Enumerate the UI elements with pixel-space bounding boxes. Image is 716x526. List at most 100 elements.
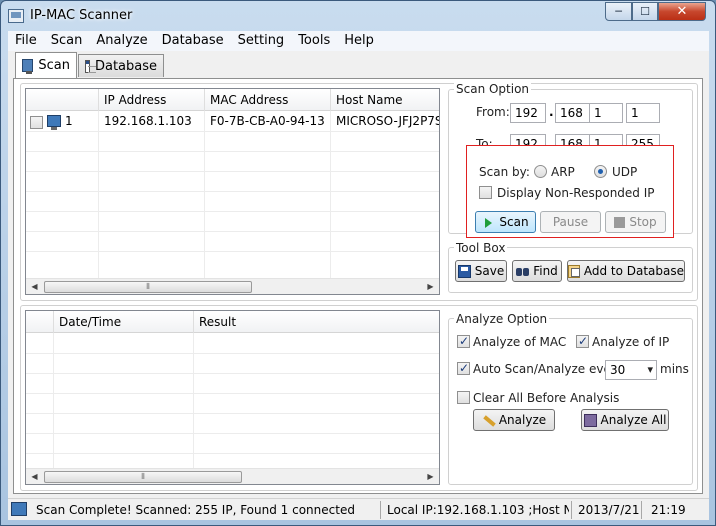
from-ip-octet-4[interactable]: 1 — [626, 103, 660, 123]
menu-setting[interactable]: Setting — [231, 31, 292, 51]
scan-option-title: Scan Option — [454, 82, 532, 96]
status-time: 21:19 — [651, 503, 686, 517]
col-header-check[interactable] — [26, 311, 54, 333]
pause-button-label: Pause — [552, 215, 589, 229]
udp-radio[interactable] — [594, 165, 607, 178]
scan-results-table: IP Address MAC Address Host Name 1 192.1… — [25, 88, 440, 295]
scroll-right-arrow[interactable]: ▶ — [422, 279, 439, 294]
scan-icon — [22, 59, 34, 74]
from-ip-octet-2[interactable]: 168 — [555, 103, 591, 123]
analyze-option-title: Analyze Option — [454, 312, 550, 326]
col-header-datetime[interactable]: Date/Time — [54, 311, 194, 333]
auto-scan-label: Auto Scan/Analyze every — [473, 362, 623, 376]
from-label: From: — [476, 105, 510, 119]
stop-icon — [614, 216, 626, 228]
menu-bar: File Scan Analyze Database Setting Tools… — [8, 31, 709, 51]
analyze-button[interactable]: Analyze — [473, 409, 555, 431]
scroll-left-arrow[interactable]: ◀ — [26, 469, 43, 484]
window-title: IP-MAC Scanner — [30, 8, 133, 23]
find-button[interactable]: Find — [512, 260, 562, 282]
from-ip-octet-1[interactable]: 192 — [510, 103, 546, 123]
col-header-mac[interactable]: MAC Address — [205, 89, 331, 111]
clear-all-label: Clear All Before Analysis — [473, 391, 620, 405]
client-area: Scan Database IP Address MAC Address Hos… — [8, 51, 709, 498]
binoculars-icon — [516, 265, 530, 278]
find-button-label: Find — [533, 264, 558, 278]
tab-database[interactable]: Database — [78, 54, 164, 77]
add-to-database-button[interactable]: Add to Database — [567, 260, 685, 282]
computer-icon — [47, 115, 61, 130]
save-button-label: Save — [474, 264, 505, 278]
menu-database[interactable]: Database — [155, 31, 231, 51]
row-checkbox[interactable] — [30, 116, 43, 129]
interval-unit: mins — [660, 362, 689, 376]
status-message: Scan Complete! Scanned: 255 IP, Found 1 … — [36, 503, 355, 517]
play-icon — [482, 216, 495, 229]
scan-button[interactable]: Scan — [475, 211, 536, 233]
display-non-responded-checkbox[interactable] — [479, 186, 492, 199]
row-host: MICROSO-JFJ2P7S — [336, 114, 440, 128]
display-non-responded-label: Display Non-Responded IP — [497, 186, 655, 200]
minimize-button[interactable]: ─ — [605, 2, 632, 21]
database-icon — [85, 59, 96, 73]
add-to-database-label: Add to Database — [583, 264, 684, 278]
udp-label: UDP — [612, 165, 638, 179]
scroll-thumb[interactable]: ⦀ — [44, 471, 242, 483]
status-local-ip: Local IP:192.168.1.103 ;Host Name: — [387, 503, 569, 517]
add-database-icon — [568, 264, 580, 278]
row-ip: 192.168.1.103 — [104, 114, 192, 128]
save-button[interactable]: Save — [455, 260, 507, 282]
analyze-mac-label: Analyze of MAC — [473, 335, 567, 349]
analyze-button-label: Analyze — [498, 413, 547, 427]
status-date: 2013/7/21 — [578, 503, 640, 517]
title-bar[interactable]: IP-MAC Scanner ─ ☐ ✕ — [1, 1, 715, 31]
scan-table-header: IP Address MAC Address Host Name — [26, 89, 439, 111]
tab-scan-label: Scan — [38, 58, 70, 73]
status-icon — [11, 502, 27, 516]
tool-box-title: Tool Box — [454, 241, 508, 255]
menu-tools[interactable]: Tools — [291, 31, 337, 51]
clear-all-checkbox[interactable] — [457, 391, 470, 404]
analyze-all-button[interactable]: Analyze All — [581, 409, 669, 431]
main-window: IP-MAC Scanner ─ ☐ ✕ File Scan Analyze D… — [0, 0, 716, 526]
scan-tab-page: IP Address MAC Address Host Name 1 192.1… — [13, 78, 703, 494]
col-header-index[interactable] — [26, 89, 99, 111]
tab-scan[interactable]: Scan — [15, 52, 77, 78]
col-header-ip[interactable]: IP Address — [99, 89, 205, 111]
close-button[interactable]: ✕ — [658, 2, 706, 21]
from-ip-octet-3[interactable]: 1 — [589, 103, 623, 123]
menu-analyze[interactable]: Analyze — [89, 31, 154, 51]
result-table-header: Date/Time Result — [26, 311, 439, 333]
scroll-thumb[interactable]: ⦀ — [44, 281, 252, 293]
interval-select[interactable]: 30 — [605, 360, 657, 380]
stop-button-label: Stop — [629, 215, 657, 229]
scroll-right-arrow[interactable]: ▶ — [422, 469, 439, 484]
analyze-ip-checkbox[interactable] — [576, 334, 589, 348]
row-mac: F0-7B-CB-A0-94-13 — [210, 114, 325, 128]
pause-button[interactable]: Pause — [540, 211, 601, 233]
menu-scan[interactable]: Scan — [44, 31, 90, 51]
scan-by-label: Scan by: — [479, 165, 530, 179]
magic-wand-icon — [482, 414, 495, 427]
maximize-button[interactable]: ☐ — [632, 2, 658, 21]
menu-help[interactable]: Help — [337, 31, 381, 51]
result-table: Date/Time Result ◀ ⦀ ▶ — [25, 310, 440, 485]
save-icon — [457, 264, 471, 278]
arp-radio[interactable] — [534, 165, 547, 178]
row-index: 1 — [65, 114, 73, 128]
stop-button[interactable]: Stop — [605, 211, 666, 233]
analyze-mac-checkbox[interactable] — [457, 334, 470, 348]
analyze-all-icon — [583, 413, 597, 427]
col-header-host[interactable]: Host Name — [331, 89, 439, 111]
tab-database-label: Database — [94, 58, 157, 74]
result-table-hscrollbar[interactable]: ◀ ⦀ ▶ — [26, 468, 439, 484]
auto-scan-checkbox[interactable] — [457, 361, 470, 375]
status-bar: Scan Complete! Scanned: 255 IP, Found 1 … — [8, 498, 709, 520]
scan-table-hscrollbar[interactable]: ◀ ⦀ ▶ — [26, 278, 439, 294]
menu-file[interactable]: File — [8, 31, 44, 51]
analyze-ip-label: Analyze of IP — [592, 335, 670, 349]
analyze-all-button-label: Analyze All — [600, 413, 667, 427]
col-header-result[interactable]: Result — [194, 311, 439, 333]
app-icon — [8, 9, 24, 23]
scroll-left-arrow[interactable]: ◀ — [26, 279, 43, 294]
